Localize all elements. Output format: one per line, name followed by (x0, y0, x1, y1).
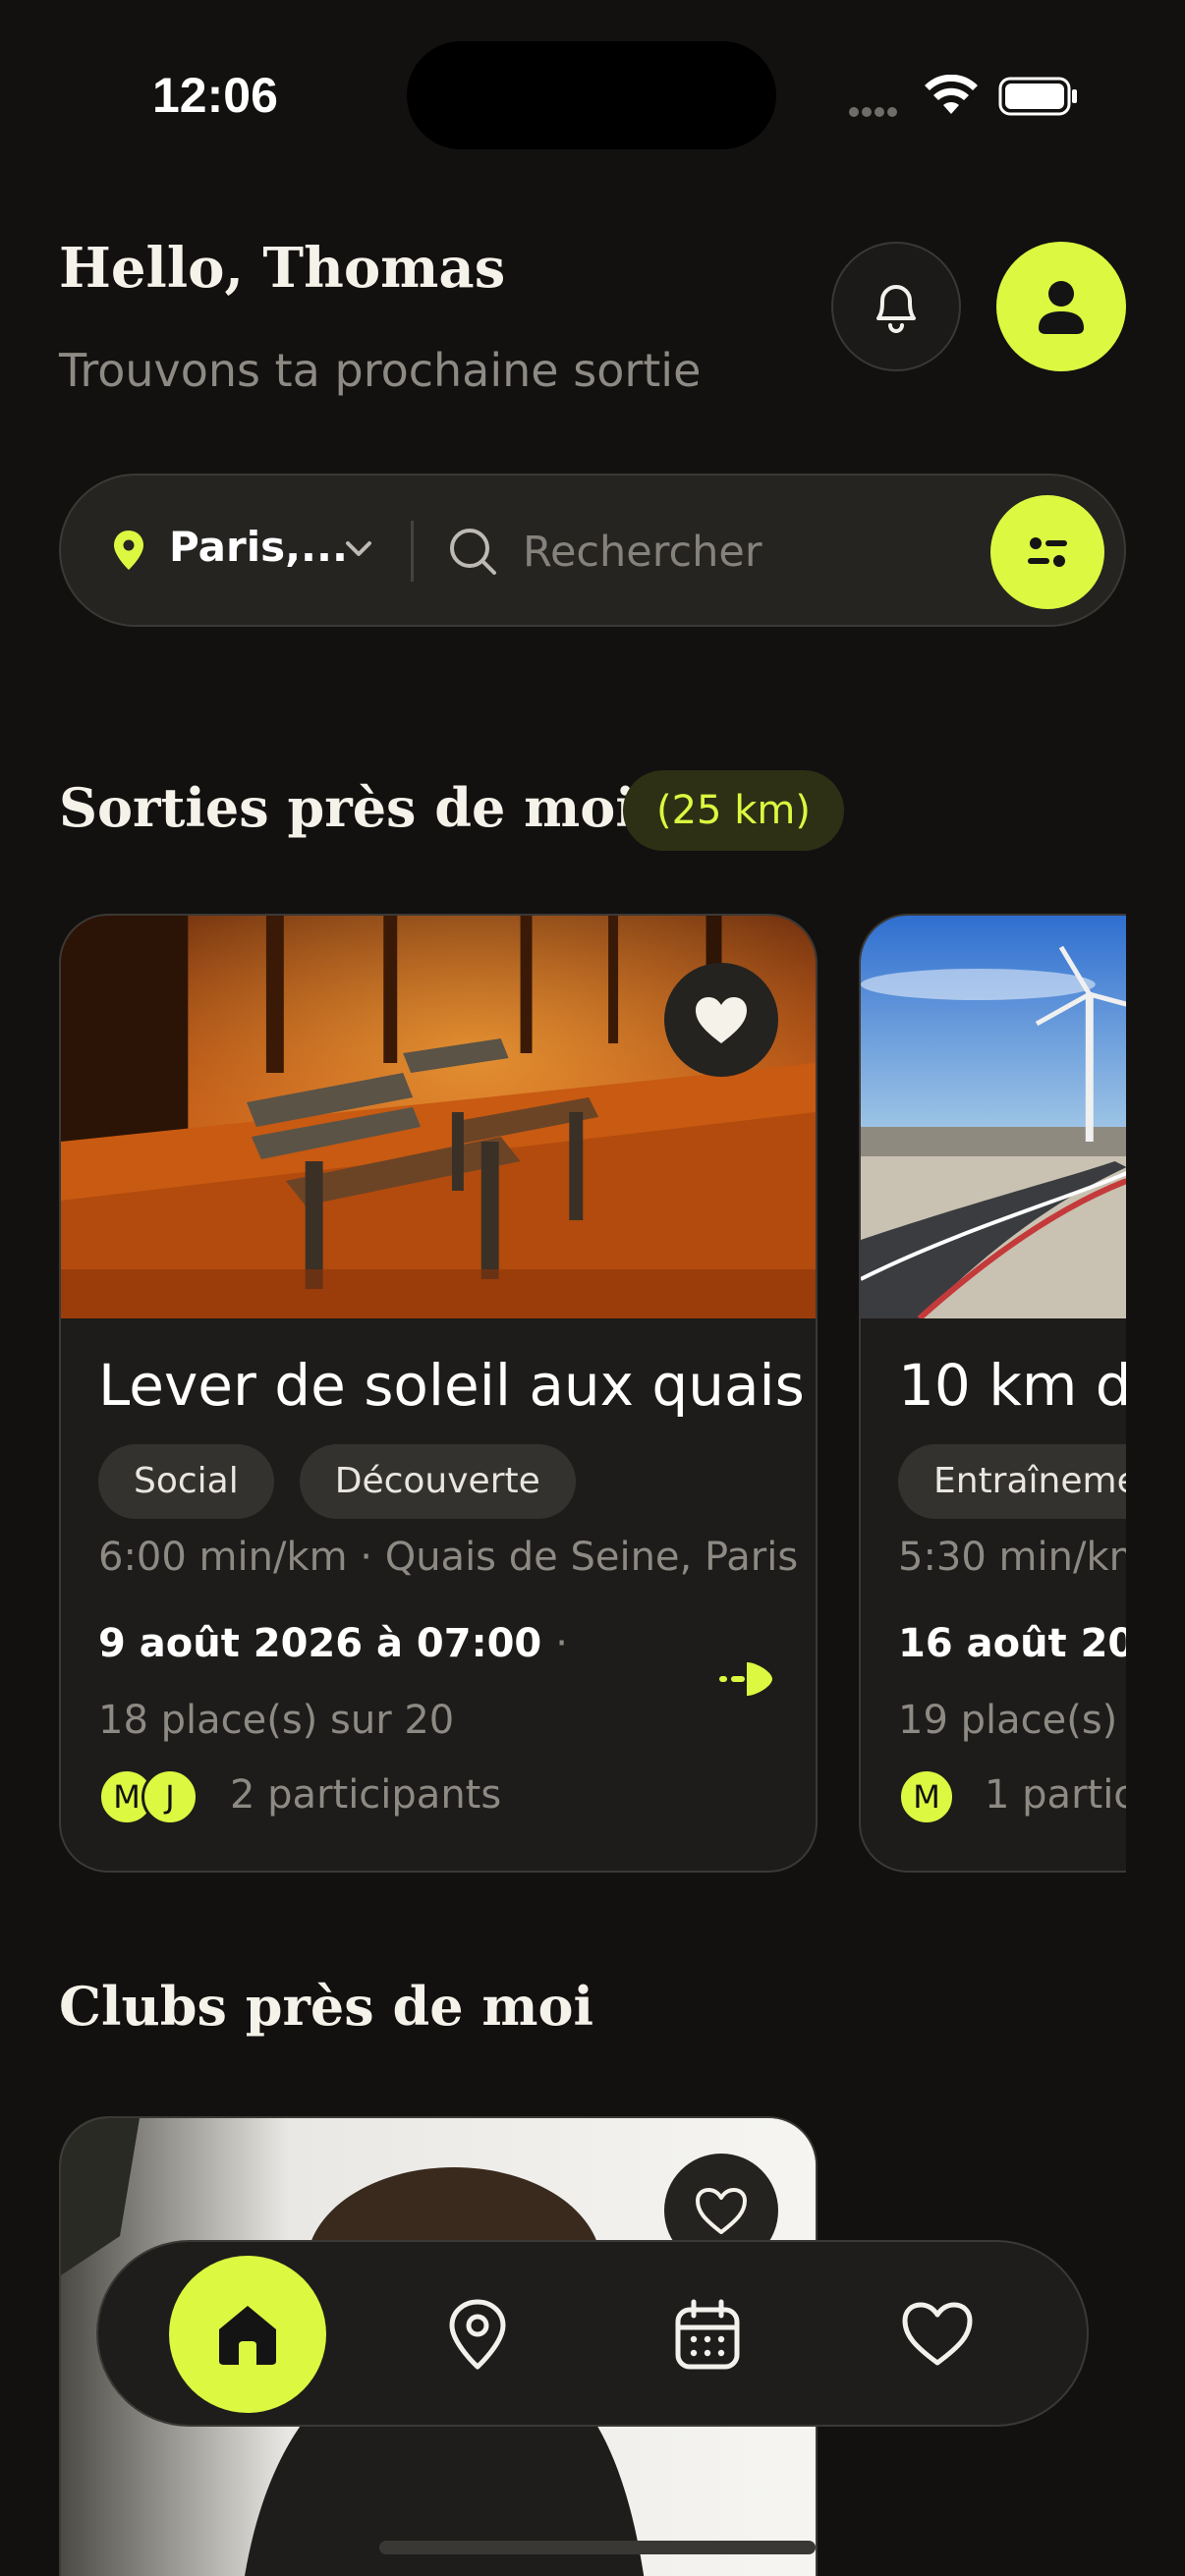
separator-dot: · (555, 1621, 568, 1666)
outing-date-text: 9 août 2026 à 07:00 (98, 1621, 542, 1666)
join-run-icon[interactable] (717, 1658, 776, 1700)
radius-badge[interactable]: (25 km) (623, 770, 844, 851)
wifi-icon (925, 75, 978, 114)
tab-bar (96, 2240, 1089, 2427)
outing-tag: Entraînemen (898, 1444, 1126, 1519)
notifications-button[interactable] (831, 242, 961, 371)
outing-card[interactable]: Lever de soleil aux quais Social Découve… (59, 914, 818, 1873)
outing-places: 19 place(s) s (898, 1698, 1126, 1743)
home-indicator (379, 2541, 816, 2554)
search-bar: Paris,... (59, 474, 1126, 627)
outing-tag: Découverte (299, 1444, 576, 1519)
participant-avatar: M (898, 1768, 955, 1825)
outing-places: 18 place(s) sur 20 (98, 1698, 455, 1743)
search-divider (411, 521, 414, 582)
outings-section-title: Sorties près de moi (59, 776, 636, 839)
filter-icon (1028, 537, 1067, 567)
outing-date: 16 août 202 (898, 1621, 1126, 1666)
outing-tags: Entraînemen (898, 1444, 1126, 1519)
chevron-down-icon[interactable] (342, 532, 375, 566)
home-icon (219, 2306, 276, 2365)
clubs-section-title: Clubs près de moi (59, 1975, 594, 2038)
outing-title: Lever de soleil aux quais (98, 1352, 805, 1419)
bell-icon (876, 285, 916, 333)
dynamic-island (407, 41, 776, 149)
battery-icon (998, 77, 1077, 116)
search-input[interactable] (523, 513, 935, 591)
status-bar: 12:06 (0, 0, 1185, 157)
calendar-icon (675, 2299, 740, 2370)
search-icon (450, 529, 496, 575)
participants-count: 1 partici (985, 1772, 1126, 1818)
heart-filled-icon (696, 997, 747, 1043)
outings-carousel[interactable]: Lever de soleil aux quais Social Découve… (0, 914, 1126, 1876)
participant-avatar: J (141, 1768, 198, 1825)
outing-tag: Social (98, 1444, 274, 1519)
user-icon (1039, 281, 1084, 334)
outing-image (861, 916, 1126, 1318)
tab-calendar[interactable] (639, 2266, 776, 2403)
participants-count: 2 participants (230, 1772, 502, 1818)
profile-button[interactable] (996, 242, 1126, 371)
greeting-title: Hello, Thomas (59, 236, 506, 301)
outing-tags: Social Découverte (98, 1444, 576, 1519)
greeting-subtitle: Trouvons ta prochaine sortie (59, 344, 702, 397)
outing-meta: 5:30 min/km (898, 1535, 1126, 1580)
filter-button[interactable] (990, 495, 1104, 609)
tab-favorites[interactable] (869, 2266, 1006, 2403)
tab-map[interactable] (409, 2266, 546, 2403)
favorite-button[interactable] (664, 963, 778, 1077)
heart-outline-icon (696, 2188, 747, 2234)
outing-title: 10 km d'e (898, 1352, 1126, 1419)
outing-date: 9 août 2026 à 07:00 · (98, 1621, 568, 1666)
outing-meta: 6:00 min/km · Quais de Seine, Paris (98, 1535, 799, 1580)
cellular-signal-icon (849, 102, 900, 121)
location-pin-icon (114, 531, 143, 570)
outing-card[interactable]: 10 km d'e Entraînemen 5:30 min/km 16 aoû… (859, 914, 1126, 1873)
participant-avatars: M (898, 1768, 955, 1825)
location-selector[interactable]: Paris,... (169, 523, 348, 571)
map-pin-icon (449, 2299, 506, 2370)
tab-home[interactable] (169, 2256, 326, 2413)
status-time: 12:06 (152, 68, 278, 123)
participant-avatars: M J (98, 1768, 198, 1825)
heart-icon (902, 2302, 973, 2366)
